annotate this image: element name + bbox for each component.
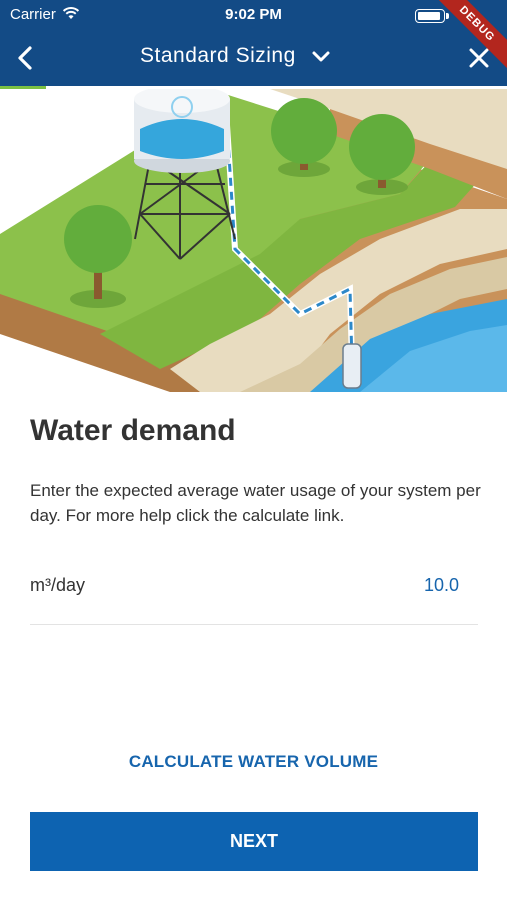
page-heading: Water demand	[30, 414, 236, 447]
page-title: Standard Sizing	[140, 44, 296, 67]
demand-value[interactable]: 10.0	[424, 575, 459, 596]
nav-bar: Standard Sizing	[0, 30, 507, 86]
sizing-mode-dropdown[interactable]: Standard Sizing	[140, 44, 332, 68]
chevron-left-icon	[18, 46, 32, 70]
instructions-text: Enter the expected average water usage o…	[30, 481, 481, 525]
back-button[interactable]	[10, 42, 42, 74]
status-bar: Carrier 9:02 PM	[0, 0, 507, 30]
battery-icon	[415, 9, 449, 23]
water-system-illustration	[0, 89, 507, 392]
unit-label: m³/day	[30, 575, 86, 595]
water-demand-input[interactable]: m³/day 10.0	[30, 560, 478, 625]
next-button[interactable]: NEXT	[30, 812, 478, 871]
chevron-down-icon	[312, 51, 330, 62]
calculate-water-volume-link[interactable]: CALCULATE WATER VOLUME	[0, 752, 507, 772]
